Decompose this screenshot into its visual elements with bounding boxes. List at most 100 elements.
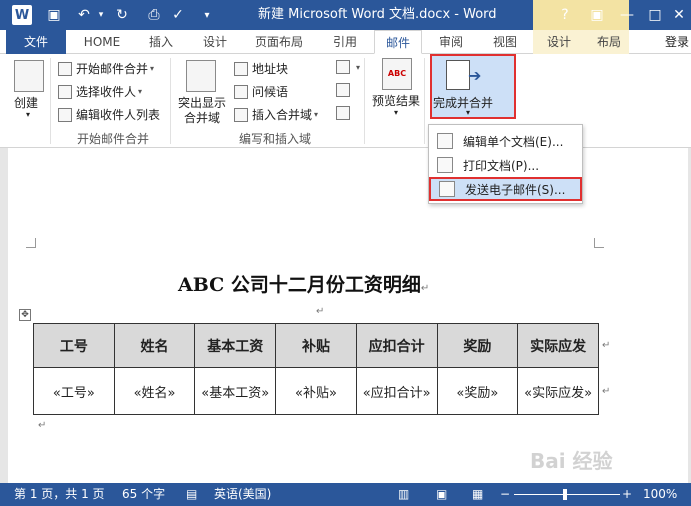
create-envelope-icon: [14, 60, 44, 92]
tab-review[interactable]: 审阅: [428, 30, 474, 54]
finish-merge-dropdown-icon: ▾: [466, 108, 471, 117]
undo-dropdown-icon[interactable]: ▾: [96, 0, 106, 30]
tab-design[interactable]: 设计: [192, 30, 238, 54]
finish-merge-menu: 编辑单个文档(E)... 打印文档(P)... 发送电子邮件(S)...: [428, 124, 583, 204]
greeting-line-button[interactable]: 问候语: [234, 83, 288, 100]
menu-item-edit-individual[interactable]: 编辑单个文档(E)...: [429, 129, 582, 153]
merge-field-cell[interactable]: «姓名»: [113, 367, 196, 415]
tab-mailings[interactable]: 邮件: [374, 30, 422, 54]
insert-merge-field-button[interactable]: 插入合并域 ▾: [234, 106, 318, 123]
edit-recipient-list-button[interactable]: 编辑收件人列表: [58, 106, 160, 123]
paragraph-mark: ↵: [602, 340, 611, 351]
finish-merge-arrow-icon: ➔: [468, 66, 482, 85]
margin-corner-mark: [594, 238, 604, 248]
group-label-write-insert: 编写和插入域: [238, 132, 311, 146]
tab-table-layout[interactable]: 布局: [586, 30, 632, 54]
start-mail-merge-label: 开始邮件合并: [76, 62, 149, 76]
zoom-level[interactable]: 100%: [643, 483, 677, 506]
tab-page-layout[interactable]: 页面布局: [246, 30, 312, 54]
mail-merge-icon: [58, 61, 72, 76]
select-recipients-label: 选择收件人: [76, 85, 137, 99]
ribbon-separator: [170, 58, 171, 144]
word-count[interactable]: 65 个字: [122, 483, 165, 506]
menu-item-label: 编辑单个文档(E)...: [463, 134, 564, 149]
document-page[interactable]: [8, 148, 688, 483]
address-block-button[interactable]: 地址块: [234, 60, 288, 77]
table-header-cell[interactable]: 补贴: [275, 323, 357, 368]
ribbon-separator: [50, 58, 51, 144]
paragraph-mark: ↵: [38, 420, 47, 431]
web-layout-icon[interactable]: ▦: [472, 483, 483, 506]
select-recipients-dropdown-icon: ▾: [138, 87, 143, 96]
help-button[interactable]: ?: [550, 0, 580, 30]
title-bar: W ▣ ↶ ▾ ↻ ⎙ ✓ ▾ 新建 Microsoft Word 文档.doc…: [0, 0, 691, 30]
highlight-fields-icon: [186, 60, 216, 92]
undo-icon[interactable]: ↶: [74, 0, 94, 30]
edit-document-icon: [437, 133, 453, 149]
customize-toolbar-icon[interactable]: ▾: [200, 0, 214, 30]
create-button[interactable]: 创建: [14, 94, 38, 111]
address-block-label: 地址块: [252, 62, 289, 76]
print-preview-icon[interactable]: ⎙: [144, 0, 164, 30]
menu-item-label: 发送电子邮件(S)...: [465, 182, 566, 197]
zoom-slider[interactable]: [514, 494, 620, 495]
proofing-icon[interactable]: ▤: [186, 483, 197, 506]
tab-view[interactable]: 视图: [482, 30, 528, 54]
rules-icon: [336, 60, 350, 74]
print-layout-icon[interactable]: ▣: [436, 483, 447, 506]
greeting-line-icon: [234, 84, 248, 99]
ribbon-separator: [424, 58, 425, 144]
close-button[interactable]: ✕: [664, 0, 691, 30]
redo-icon[interactable]: ↻: [112, 0, 132, 30]
insert-field-icon: [234, 107, 248, 122]
table-header-cell[interactable]: 奖励: [436, 323, 519, 368]
language-indicator[interactable]: 英语(美国): [214, 483, 271, 506]
page-count[interactable]: 第 1 页，共 1 页: [14, 483, 105, 506]
tab-home[interactable]: HOME: [76, 30, 128, 54]
tab-insert[interactable]: 插入: [138, 30, 184, 54]
group-label-start-mail-merge: 开始邮件合并: [76, 132, 149, 146]
zoom-out-button[interactable]: −: [500, 483, 510, 506]
highlight-merge-fields-button-line2[interactable]: 合并域: [184, 109, 220, 126]
table-header-cell[interactable]: 工号: [33, 323, 115, 368]
tab-references[interactable]: 引用: [322, 30, 368, 54]
select-recipients-button[interactable]: 选择收件人 ▾: [58, 83, 142, 100]
login-link[interactable]: 登录: [665, 30, 691, 54]
preview-results-icon: ABC: [382, 58, 412, 90]
table-header-cell[interactable]: 实际应发: [517, 323, 599, 368]
salary-table[interactable]: 工号 姓名 基本工资 补贴 应扣合计 奖励 实际应发 «工号» «姓名» «基本…: [33, 323, 599, 415]
ribbon-display-icon[interactable]: ▣: [582, 0, 612, 30]
read-mode-icon[interactable]: ▥: [398, 483, 409, 506]
table-move-handle-icon[interactable]: ✥: [19, 309, 31, 321]
zoom-slider-thumb[interactable]: [563, 489, 567, 500]
start-mail-merge-button[interactable]: 开始邮件合并 ▾: [58, 60, 154, 77]
update-labels-button[interactable]: [336, 106, 354, 120]
create-dropdown-icon[interactable]: ▾: [26, 110, 30, 119]
merge-field-cell[interactable]: «应扣合计»: [355, 367, 438, 415]
tab-file[interactable]: 文件: [6, 30, 66, 54]
rules-button[interactable]: ▾: [336, 60, 360, 74]
merge-field-cell[interactable]: «实际应发»: [517, 367, 599, 415]
match-fields-button[interactable]: [336, 83, 354, 97]
rules-dropdown-icon: ▾: [356, 62, 361, 72]
table-header-cell[interactable]: 基本工资: [194, 323, 277, 368]
menu-item-send-email[interactable]: 发送电子邮件(S)...: [429, 177, 582, 201]
spelling-icon[interactable]: ✓: [168, 0, 188, 30]
preview-results-dropdown-icon[interactable]: ▾: [394, 108, 398, 117]
table-row: «工号» «姓名» «基本工资» «补贴» «应扣合计» «奖励» «实际应发»: [33, 367, 599, 415]
margin-corner-mark: [26, 238, 36, 248]
document-title-text: ABC 公司十二月份工资明细: [178, 274, 421, 296]
table-header-cell[interactable]: 应扣合计: [355, 323, 438, 368]
zoom-in-button[interactable]: +: [622, 483, 632, 506]
merge-field-cell[interactable]: «工号»: [33, 367, 115, 415]
menu-item-print-documents[interactable]: 打印文档(P)...: [429, 153, 582, 177]
table-header-cell[interactable]: 姓名: [113, 323, 196, 368]
minimize-button[interactable]: —: [612, 0, 642, 30]
tab-table-design[interactable]: 设计: [536, 30, 582, 54]
word-logo-icon: W: [12, 5, 32, 25]
merge-field-cell[interactable]: «奖励»: [436, 367, 519, 415]
save-icon[interactable]: ▣: [44, 0, 64, 30]
merge-field-cell[interactable]: «补贴»: [275, 367, 357, 415]
merge-field-cell[interactable]: «基本工资»: [194, 367, 277, 415]
preview-results-button[interactable]: 预览结果: [372, 92, 420, 109]
